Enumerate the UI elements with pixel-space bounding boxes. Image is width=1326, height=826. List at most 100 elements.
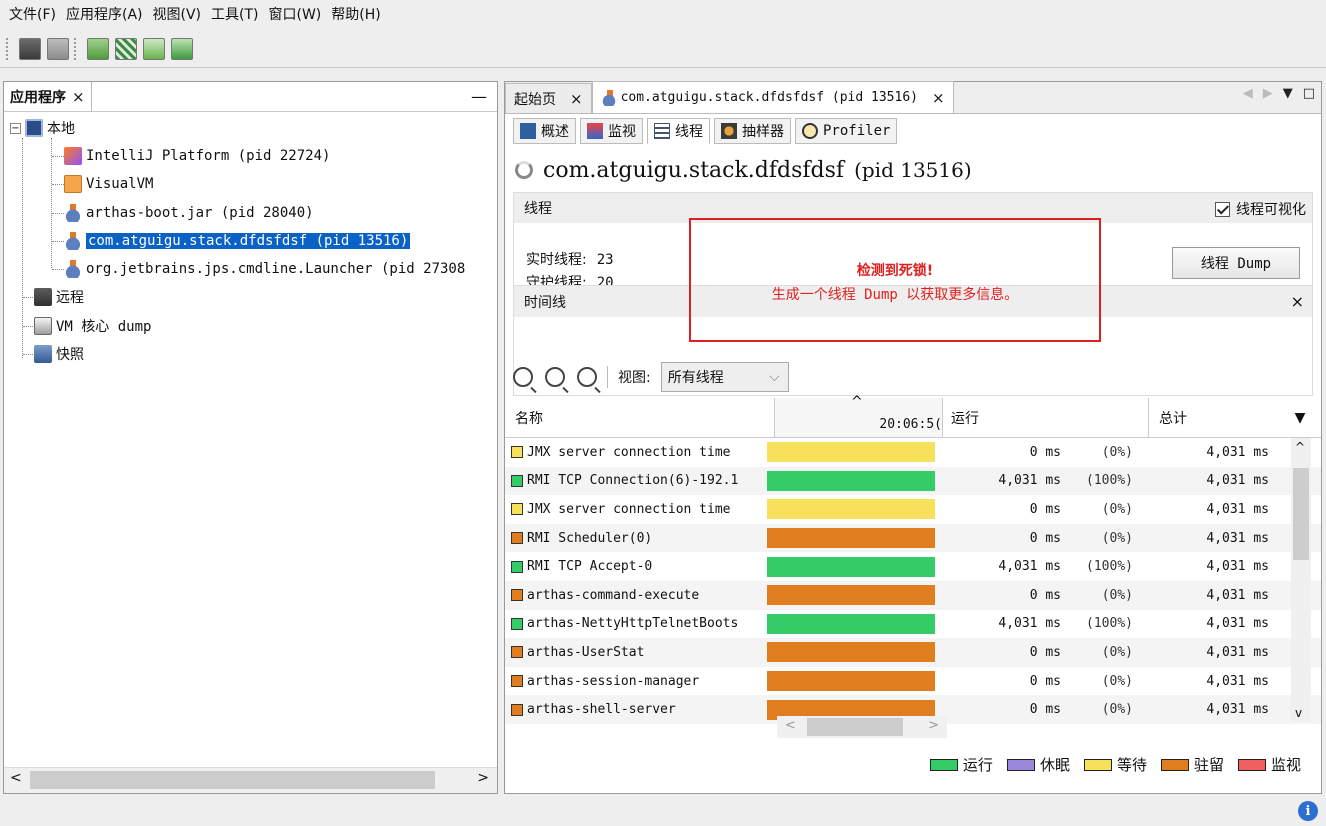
close-icon[interactable]: × — [72, 88, 85, 106]
add-remote-host-icon[interactable] — [87, 37, 109, 60]
table-header: 名称 ^ 20:06:5( 运行 总计 ▼ — [505, 394, 1321, 438]
table-row[interactable]: arthas-command-execute 0 ms (0%) 4,031 ms — [505, 580, 1321, 610]
tree-node-selected-process[interactable]: com.atguigu.stack.dfdsfdsf (pid 13516) — [64, 229, 411, 253]
tab-scroll-right-icon[interactable]: ▶ — [1263, 86, 1273, 101]
thread-dump-button[interactable]: 线程 Dump — [1172, 247, 1300, 279]
table-row[interactable]: RMI TCP Accept-0 4,031 ms (100%) 4,031 ms — [505, 552, 1321, 581]
scrollbar-thumb[interactable] — [807, 718, 903, 736]
column-chooser-dropdown-icon[interactable]: ▼ — [1285, 398, 1315, 437]
scroll-down-icon[interactable]: v — [1295, 706, 1302, 720]
save-icon[interactable] — [47, 37, 69, 60]
scroll-up-icon[interactable]: ^ — [1295, 440, 1305, 454]
thread-state-swatch — [511, 617, 523, 630]
thread-run-percent: (100%) — [1086, 616, 1133, 632]
chevron-down-icon: ⌵ — [769, 369, 780, 385]
column-header-label: 总计 — [1159, 410, 1187, 427]
thread-total-time: 4,031 ms — [1206, 616, 1269, 632]
tree-node-snapshots[interactable]: 快照 — [34, 342, 84, 366]
thread-timeline-bar — [767, 556, 935, 577]
open-file-icon[interactable] — [19, 37, 41, 60]
menu-window[interactable]: 窗口(W) — [264, 0, 327, 30]
thread-name: RMI Scheduler(0) — [527, 530, 653, 546]
menu-file[interactable]: 文件(F) — [4, 0, 61, 30]
thread-run-time: 4,031 ms — [998, 559, 1061, 575]
info-icon[interactable]: i — [1298, 801, 1318, 821]
thread-run-cell: 0 ms (0%) — [935, 531, 1141, 546]
menu-application[interactable]: 应用程序(A) — [61, 0, 148, 30]
add-jmx-connection-icon[interactable] — [115, 37, 137, 60]
toolbar — [0, 30, 1326, 68]
table-row[interactable]: RMI Scheduler(0) 0 ms (0%) 4,031 ms — [505, 523, 1321, 553]
thread-run-time: 0 ms — [1029, 644, 1061, 660]
tab-applications[interactable]: 应用程序 × — [10, 81, 92, 112]
thread-timeline-bar — [767, 528, 935, 549]
tree-node-arthas-boot[interactable]: arthas-boot.jar (pid 28040) — [64, 201, 314, 225]
table-row[interactable]: RMI TCP Connection(6)-192.1 4,031 ms (100%… — [505, 466, 1321, 496]
minimize-icon[interactable]: — — [471, 87, 487, 106]
thread-run-percent: (0%) — [1101, 530, 1133, 546]
table-row[interactable]: arthas-session-manager 0 ms (0%) 4,031 ms — [505, 667, 1321, 696]
tree-line — [23, 354, 33, 355]
tab-overview[interactable]: 概述 — [513, 118, 576, 144]
thread-state-swatch — [511, 589, 523, 602]
tab-process[interactable]: com.atguigu.stack.dfdsfdsf (pid 13516) × — [591, 81, 954, 113]
scroll-left-icon[interactable]: < — [785, 718, 796, 733]
scroll-right-icon[interactable]: > — [477, 770, 489, 786]
checkbox-checked-icon[interactable] — [1215, 201, 1230, 217]
tab-list-dropdown-icon[interactable]: ▼ — [1283, 86, 1293, 101]
menu-tools[interactable]: 工具(T) — [206, 0, 263, 30]
thread-run-percent: (0%) — [1101, 644, 1133, 660]
column-header-timeline[interactable]: ^ 20:06:5( — [775, 394, 943, 437]
tree-node-visualvm[interactable]: VisualVM — [64, 172, 153, 196]
thread-total-time: 4,031 ms — [1206, 702, 1269, 718]
tab-sampler[interactable]: 抽样器 — [714, 118, 791, 144]
tree-node-vm-coredump[interactable]: VM 核心 dump — [34, 314, 151, 338]
close-icon[interactable]: × — [1291, 292, 1304, 311]
visualize-threads-checkbox[interactable]: 线程可视化 — [1215, 199, 1306, 219]
maximize-icon[interactable]: □ — [1303, 86, 1315, 101]
menu-view[interactable]: 视图(V) — [148, 0, 207, 30]
add-vm-coredump-icon[interactable] — [143, 37, 165, 60]
scroll-right-icon[interactable]: > — [928, 718, 939, 733]
thread-run-time: 4,031 ms — [998, 473, 1061, 489]
table-row[interactable]: arthas-UserStat 0 ms (0%) 4,031 ms — [505, 638, 1321, 667]
load-snapshot-icon[interactable] — [171, 37, 193, 60]
tab-monitor[interactable]: 监视 — [580, 118, 643, 144]
tree-node-remote[interactable]: 远程 — [34, 285, 84, 309]
tree-line — [52, 156, 64, 157]
legend-item: 监视 — [1237, 754, 1301, 775]
column-header-total[interactable]: 总计 — [1149, 398, 1285, 437]
table-row[interactable]: JMX server connection time 0 ms (0%) 4,031 … — [505, 495, 1321, 524]
column-header-name[interactable]: 名称 — [505, 398, 775, 437]
zoom-in-icon[interactable] — [513, 367, 533, 387]
tab-profiler[interactable]: Profiler — [795, 118, 898, 144]
tree-node-jps-launcher[interactable]: org.jetbrains.jps.cmdline.Launcher (pid … — [64, 257, 465, 281]
vertical-scrollbar[interactable]: ^ v — [1291, 438, 1311, 722]
tree-node-local[interactable]: − 本地 — [10, 116, 75, 140]
tree-node-label: VM 核心 dump — [56, 319, 152, 335]
thread-name-cell: JMX server connection time — [505, 445, 767, 460]
tab-threads[interactable]: 线程 — [647, 118, 710, 144]
timeline-horizontal-scrollbar[interactable]: < > — [777, 716, 947, 738]
collapse-toggle-icon[interactable]: − — [10, 122, 21, 134]
scroll-left-icon[interactable]: < — [10, 770, 22, 786]
tree-node-intellij[interactable]: IntelliJ Platform (pid 22724) — [64, 144, 330, 168]
view-select[interactable]: 所有线程 ⌵ — [660, 362, 789, 392]
thread-name-cell: JMX server connection time — [505, 502, 767, 517]
tab-start-page[interactable]: 起始页 × — [505, 83, 592, 113]
table-row[interactable]: JMX server connection time 0 ms (0%) 4,031 … — [505, 438, 1321, 467]
thread-run-cell: 0 ms (0%) — [935, 645, 1141, 660]
tab-scroll-left-icon[interactable]: ◀ — [1243, 86, 1253, 101]
scrollbar-thumb[interactable] — [1293, 468, 1309, 560]
table-row[interactable]: arthas-NettyHttpTelnetBoots 4,031 ms (100%… — [505, 610, 1321, 639]
scrollbar-thumb[interactable] — [30, 771, 435, 789]
tree-line — [52, 241, 64, 242]
close-icon[interactable]: × — [570, 90, 583, 108]
close-icon[interactable]: × — [932, 89, 945, 107]
menu-help[interactable]: 帮助(H) — [326, 0, 385, 30]
column-header-run[interactable]: 运行 — [943, 398, 1149, 437]
thread-name-cell: RMI TCP Accept-0 — [505, 559, 767, 574]
zoom-fit-icon[interactable] — [577, 367, 597, 387]
zoom-out-icon[interactable] — [545, 367, 565, 387]
horizontal-scrollbar[interactable]: < > — [4, 767, 497, 793]
